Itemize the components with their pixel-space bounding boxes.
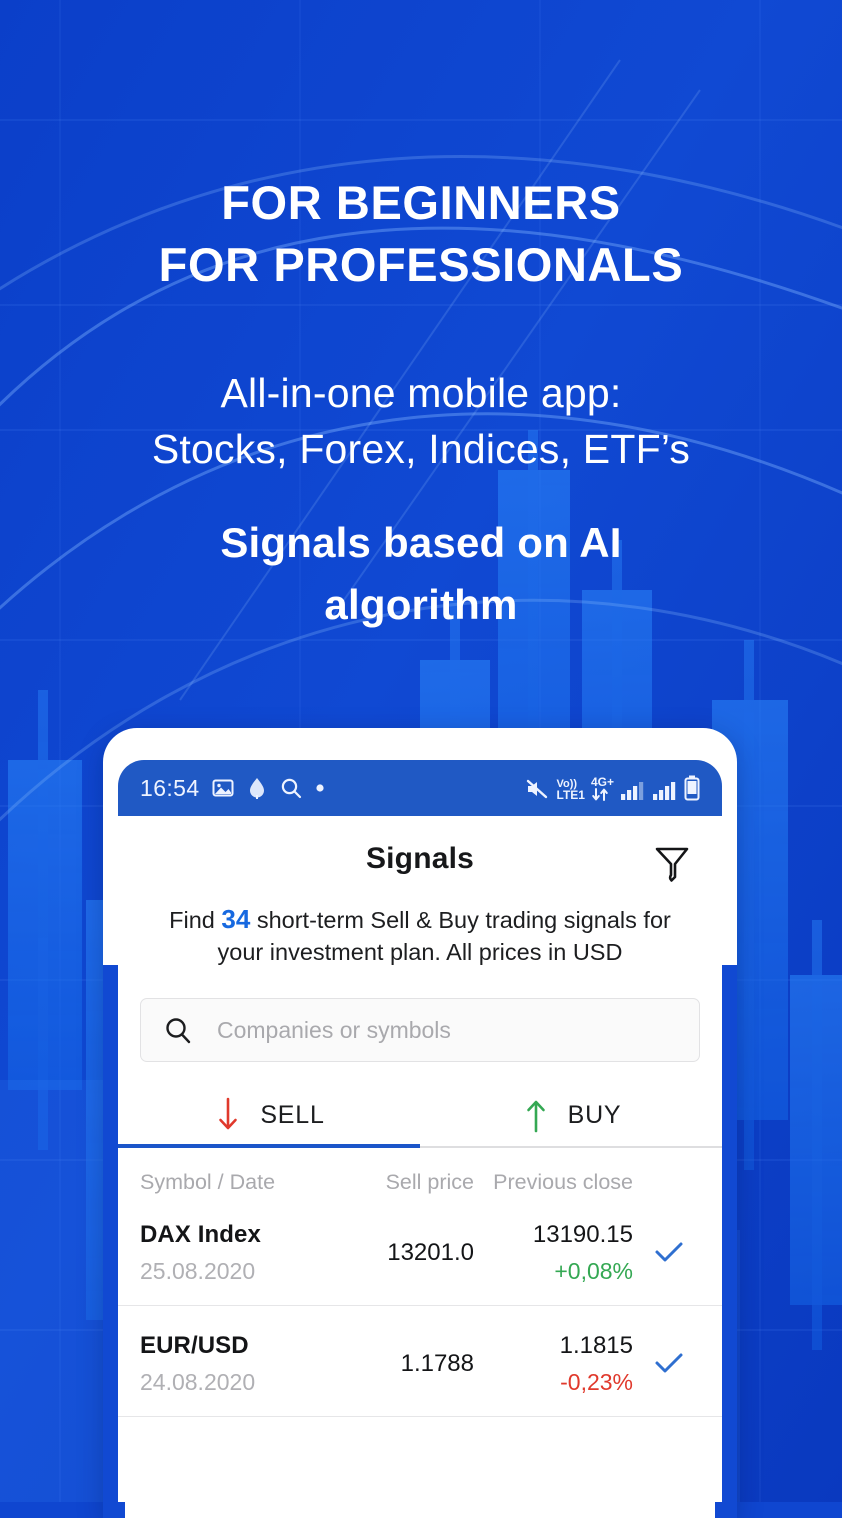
tab-underline-inactive xyxy=(420,1146,722,1148)
data-arrows-icon xyxy=(592,788,608,801)
tab-buy-label: BUY xyxy=(567,1100,622,1129)
mute-icon xyxy=(526,779,547,799)
check-icon xyxy=(655,1353,683,1373)
row-change-percent: +0,08% xyxy=(554,1258,633,1285)
subhead-line-2: Stocks, Forex, Indices, ETF’s xyxy=(151,425,691,472)
tab-underline xyxy=(118,1144,722,1149)
row-sell-price-cell: 13201.0 xyxy=(324,1239,474,1267)
tagline-line-2: algorithm xyxy=(324,581,518,629)
page-subheadline: All-in-one mobile app: Stocks, Forex, In… xyxy=(0,366,842,478)
volte-label-bottom: LTE1 xyxy=(556,787,585,802)
row-symbol: DAX Index xyxy=(140,1221,261,1249)
arrow-up-icon xyxy=(526,1101,545,1133)
row-symbol-cell: DAX Index 25.08.2020 xyxy=(140,1221,324,1285)
column-header-spacer xyxy=(638,1170,700,1195)
search-placeholder: Companies or symbols xyxy=(217,1016,451,1043)
search-icon xyxy=(166,1018,191,1044)
check-icon xyxy=(655,1242,683,1262)
signal-bars-1-icon xyxy=(621,782,644,800)
row-previous-close-cell: 1.1815 -0,23% xyxy=(474,1332,638,1396)
4g-plus-icon: 4G+ xyxy=(590,774,614,801)
column-header-sell-price: Sell price xyxy=(385,1170,474,1195)
status-bar-right-group: Vo)) LTE1 4G+ xyxy=(525,775,700,801)
row-check-cell[interactable] xyxy=(638,1347,700,1381)
funnel-icon[interactable] xyxy=(652,844,692,886)
page-headline: FOR BEGINNERS FOR PROFESSIONALS xyxy=(0,172,842,296)
data-label: 4G+ xyxy=(590,774,614,789)
table-row[interactable]: EUR/USD 24.08.2020 1.1788 1.1815 -0,23% xyxy=(118,1306,722,1418)
signal-count: 34 xyxy=(221,904,251,934)
arrow-down-icon xyxy=(219,1098,238,1130)
signal-type-tabs: SELL BUY xyxy=(118,1084,722,1146)
row-previous-close: 13190.15 xyxy=(532,1221,633,1249)
tagline-line-1: Signals based on AI xyxy=(220,519,622,566)
table-header-row: Symbol / Date Sell price Previous close xyxy=(118,1148,722,1195)
headline-line-1: FOR BEGINNERS xyxy=(221,176,621,229)
tab-sell[interactable]: SELL xyxy=(118,1084,420,1146)
intro-text: Find 34 short-term Sell & Buy trading si… xyxy=(118,902,722,968)
row-change-percent: -0,23% xyxy=(560,1369,633,1396)
battery-icon xyxy=(684,775,700,801)
row-sell-price-cell: 1.1788 xyxy=(324,1350,474,1378)
tab-buy[interactable]: BUY xyxy=(420,1084,722,1146)
row-check-cell[interactable] xyxy=(638,1236,700,1270)
page-title: Signals xyxy=(365,842,475,875)
phone-status-bar: 16:54 Vo)) LTE1 4G+ xyxy=(118,760,722,816)
dot-icon xyxy=(315,784,324,792)
intro-before: Find xyxy=(169,907,222,933)
headline-line-2: FOR PROFESSIONALS xyxy=(158,238,684,292)
status-bar-clock: 16:54 xyxy=(140,774,200,801)
status-bar-left-group: 16:54 xyxy=(140,775,326,802)
row-previous-close-cell: 13190.15 +0,08% xyxy=(474,1221,638,1285)
search-icon xyxy=(281,778,301,799)
row-date: 24.08.2020 xyxy=(140,1369,256,1396)
table-row[interactable]: DAX Index 25.08.2020 13201.0 13190.15 +0… xyxy=(118,1195,722,1307)
row-sell-price: 1.1788 xyxy=(400,1350,474,1378)
app-header: Signals xyxy=(118,816,722,902)
column-header-previous-close: Previous close xyxy=(493,1170,633,1195)
tab-sell-label: SELL xyxy=(260,1100,325,1129)
row-date: 25.08.2020 xyxy=(140,1258,256,1285)
dropper-icon xyxy=(249,778,264,799)
column-header-symbol: Symbol / Date xyxy=(140,1170,276,1195)
intro-after: short-term Sell & Buy trading signals fo… xyxy=(217,907,671,965)
page-tagline: Signals based on AI algorithm xyxy=(0,512,842,636)
search-input[interactable]: Companies or symbols xyxy=(140,998,700,1063)
row-symbol: EUR/USD xyxy=(140,1332,249,1360)
signal-bars-2-icon xyxy=(653,782,676,800)
image-icon xyxy=(212,779,234,797)
app-screen: Signals Find 34 short-term Sell & Buy tr… xyxy=(118,816,722,1502)
row-sell-price: 13201.0 xyxy=(387,1239,474,1267)
subhead-line-1: All-in-one mobile app: xyxy=(220,370,622,416)
volte-icon: Vo)) LTE1 xyxy=(556,778,585,802)
row-symbol-cell: EUR/USD 24.08.2020 xyxy=(140,1332,324,1396)
row-previous-close: 1.1815 xyxy=(559,1332,633,1360)
